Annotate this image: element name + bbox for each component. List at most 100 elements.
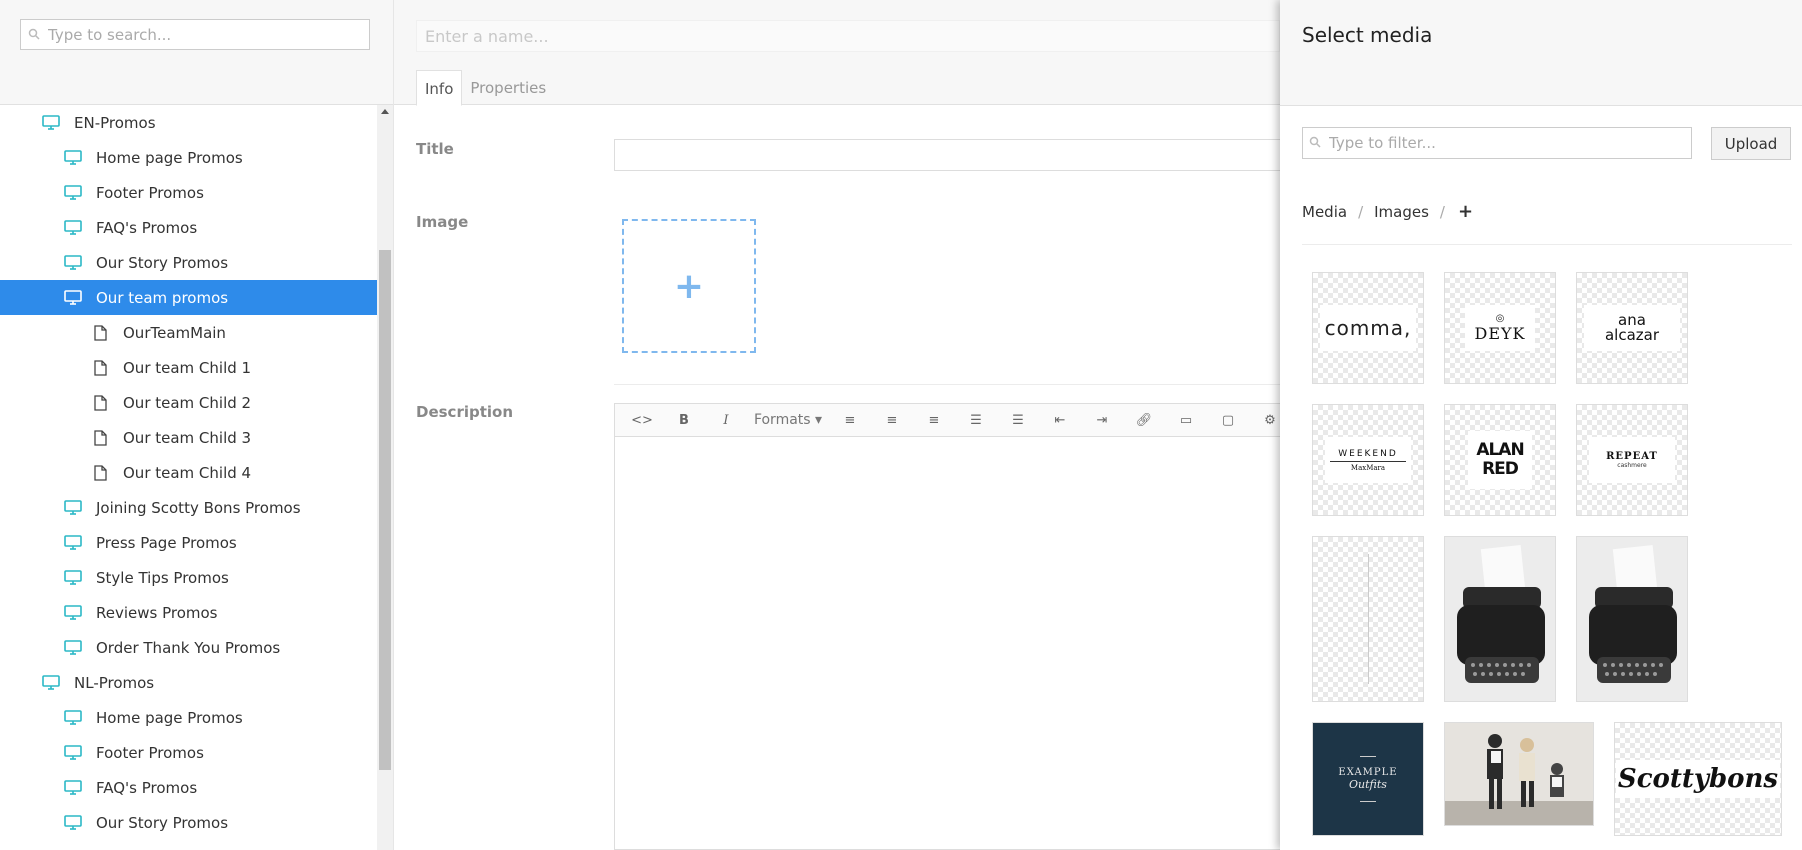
title-input[interactable] — [614, 139, 1294, 171]
folder-monitor-icon — [63, 290, 83, 306]
link-icon[interactable]: 🔗︎ — [1123, 406, 1165, 434]
media-thumb-scottybons[interactable]: Scottybons — [1614, 722, 1782, 836]
source-code-icon[interactable]: <> — [621, 406, 663, 434]
tree-item[interactable]: Our team promos — [0, 280, 377, 315]
scroll-up-arrow-icon[interactable] — [381, 109, 389, 114]
tree-search-input[interactable] — [46, 24, 350, 45]
tree-item[interactable]: Home page Promos — [0, 140, 377, 175]
breadcrumb-images[interactable]: Images — [1374, 203, 1429, 221]
tree-item[interactable]: Footer Promos — [0, 175, 377, 210]
tree-item[interactable]: FAQ's Promos — [0, 210, 377, 245]
folder-monitor-icon — [63, 535, 83, 551]
numbered-list-icon[interactable]: ☰ — [997, 406, 1039, 434]
tree-item[interactable]: Our team Child 2 — [0, 385, 377, 420]
media-thumb-alan-red[interactable]: ALAN RED — [1444, 404, 1556, 516]
tree-scroll-thumb[interactable] — [379, 250, 391, 770]
comma-logo: comma, — [1320, 305, 1416, 351]
folder-monitor-icon — [63, 220, 83, 236]
folder-monitor-icon — [41, 675, 61, 691]
tree-item[interactable]: Press Page Promos — [0, 525, 377, 560]
repeat-cashmere-logo: REPEAT cashmere — [1589, 437, 1675, 483]
tree-item[interactable]: NL-Promos — [0, 665, 377, 700]
tree-item[interactable]: Footer Promos — [0, 735, 377, 770]
typewriter-image — [1445, 537, 1555, 701]
tree-scrollbar[interactable] — [377, 105, 393, 850]
bullet-list-icon[interactable]: ☰ — [955, 406, 997, 434]
formats-label: Formats — [753, 412, 811, 428]
italic-icon[interactable]: I — [705, 406, 747, 434]
media-thumb-people-escalator[interactable] — [1444, 722, 1594, 826]
add-folder-button[interactable]: + — [1458, 201, 1473, 222]
tree-item-label: FAQ's Promos — [96, 778, 198, 797]
media-thumb-weekend-maxmara[interactable]: WEEKEND MaxMara — [1312, 404, 1424, 516]
align-left-icon[interactable]: ≡ — [829, 406, 871, 434]
breadcrumb-media[interactable]: Media — [1302, 203, 1347, 221]
editor-tabs: Info Properties — [416, 70, 554, 106]
media-filter-input[interactable] — [1327, 133, 1671, 153]
tree-item-label: Our team Child 1 — [123, 358, 252, 377]
align-center-icon[interactable]: ≡ — [871, 406, 913, 434]
folder-monitor-icon — [63, 640, 83, 656]
overlay-header: Select media — [1280, 0, 1802, 106]
media-thumb-comma[interactable]: comma, — [1312, 272, 1424, 384]
tree-item-label: Home page Promos — [96, 148, 243, 167]
outdent-icon[interactable]: ⇤ — [1039, 406, 1081, 434]
tree-item[interactable]: Home page Promos — [0, 700, 377, 735]
rte-toolbar: <> B I Formats ▾ ≡ ≡ ≡ ☰ ☰ ⇤ ⇥ 🔗︎ ▭ ▢ ⚙ — [615, 404, 1293, 437]
breadcrumb: Media / Images / + — [1302, 201, 1473, 222]
tree-item-label: Our team Child 3 — [123, 428, 252, 447]
breadcrumb-separator: / — [1439, 202, 1445, 221]
tab-properties[interactable]: Properties — [462, 70, 554, 104]
media-thumb-typewriter-1[interactable] — [1444, 536, 1556, 702]
name-input[interactable] — [416, 20, 1280, 52]
folder-monitor-icon — [63, 710, 83, 726]
tree-item[interactable]: Our team Child 3 — [0, 420, 377, 455]
indent-icon[interactable]: ⇥ — [1081, 406, 1123, 434]
image-label: Image — [416, 213, 469, 231]
tree-item[interactable]: Our Story Promos — [0, 245, 377, 280]
tree-item-label: NL-Promos — [74, 673, 155, 692]
tree-item[interactable]: EN-Promos — [0, 105, 377, 140]
media-thumb-example-outfits[interactable]: EXAMPLE Outfits — [1312, 722, 1424, 836]
media-thumb-repeat-cashmere[interactable]: REPEAT cashmere — [1576, 404, 1688, 516]
add-image-button[interactable]: + — [622, 219, 756, 353]
folder-monitor-icon — [63, 780, 83, 796]
folder-monitor-icon — [63, 255, 83, 271]
tree-list: EN-Promos Home page Promos Footer Promos FA… — [0, 105, 377, 850]
description-label: Description — [416, 403, 514, 421]
tree-item-label: Home page Promos — [96, 708, 243, 727]
document-icon — [90, 324, 110, 341]
tree-item[interactable]: Our Story Promos — [0, 805, 377, 840]
formats-dropdown[interactable]: Formats ▾ — [747, 406, 829, 434]
folder-monitor-icon — [63, 745, 83, 761]
media-thumb-ana-alcazar[interactable]: ana alcazar — [1576, 272, 1688, 384]
align-right-icon[interactable]: ≡ — [913, 406, 955, 434]
insert-image-icon[interactable]: ▭ — [1165, 406, 1207, 434]
upload-button[interactable]: Upload — [1711, 127, 1791, 160]
tree-search-box[interactable] — [20, 19, 370, 50]
tree-item-label: Footer Promos — [96, 743, 204, 762]
media-thumb-deyk[interactable]: ◎ DEYK — [1444, 272, 1556, 384]
tree-item[interactable]: FAQ's Promos — [0, 770, 377, 805]
media-thumb-typewriter-2[interactable] — [1576, 536, 1688, 702]
tree-item[interactable]: Style Tips Promos — [0, 560, 377, 595]
tree-item[interactable]: Order Thank You Promos — [0, 630, 377, 665]
weekend-maxmara-logo: WEEKEND MaxMara — [1325, 437, 1411, 483]
tree-item[interactable]: Joining Scotty Bons Promos — [0, 490, 377, 525]
tree-item[interactable]: Reviews Promos — [0, 595, 377, 630]
tree-item[interactable]: Our team Child 4 — [0, 455, 377, 490]
example-outfits-card: EXAMPLE Outfits — [1338, 756, 1397, 802]
media-thumb-blank[interactable] — [1312, 536, 1424, 702]
rich-text-editor[interactable]: <> B I Formats ▾ ≡ ≡ ≡ ☰ ☰ ⇤ ⇥ 🔗︎ ▭ ▢ ⚙ — [614, 403, 1294, 850]
tree-item[interactable]: Our team Child 1 — [0, 350, 377, 385]
breadcrumb-separator: / — [1358, 202, 1364, 221]
tree-item-label: Press Page Promos — [96, 533, 237, 552]
typewriter-image — [1577, 537, 1687, 701]
tree-item-label: Our team Child 4 — [123, 463, 252, 482]
media-filter-box[interactable] — [1302, 127, 1692, 159]
tab-info[interactable]: Info — [416, 70, 463, 106]
embed-macro-icon[interactable]: ▢ — [1207, 406, 1249, 434]
bold-icon[interactable]: B — [663, 406, 705, 434]
tree-item[interactable]: OurTeamMain — [0, 315, 377, 350]
tree-item-label: Our team promos — [96, 288, 229, 307]
